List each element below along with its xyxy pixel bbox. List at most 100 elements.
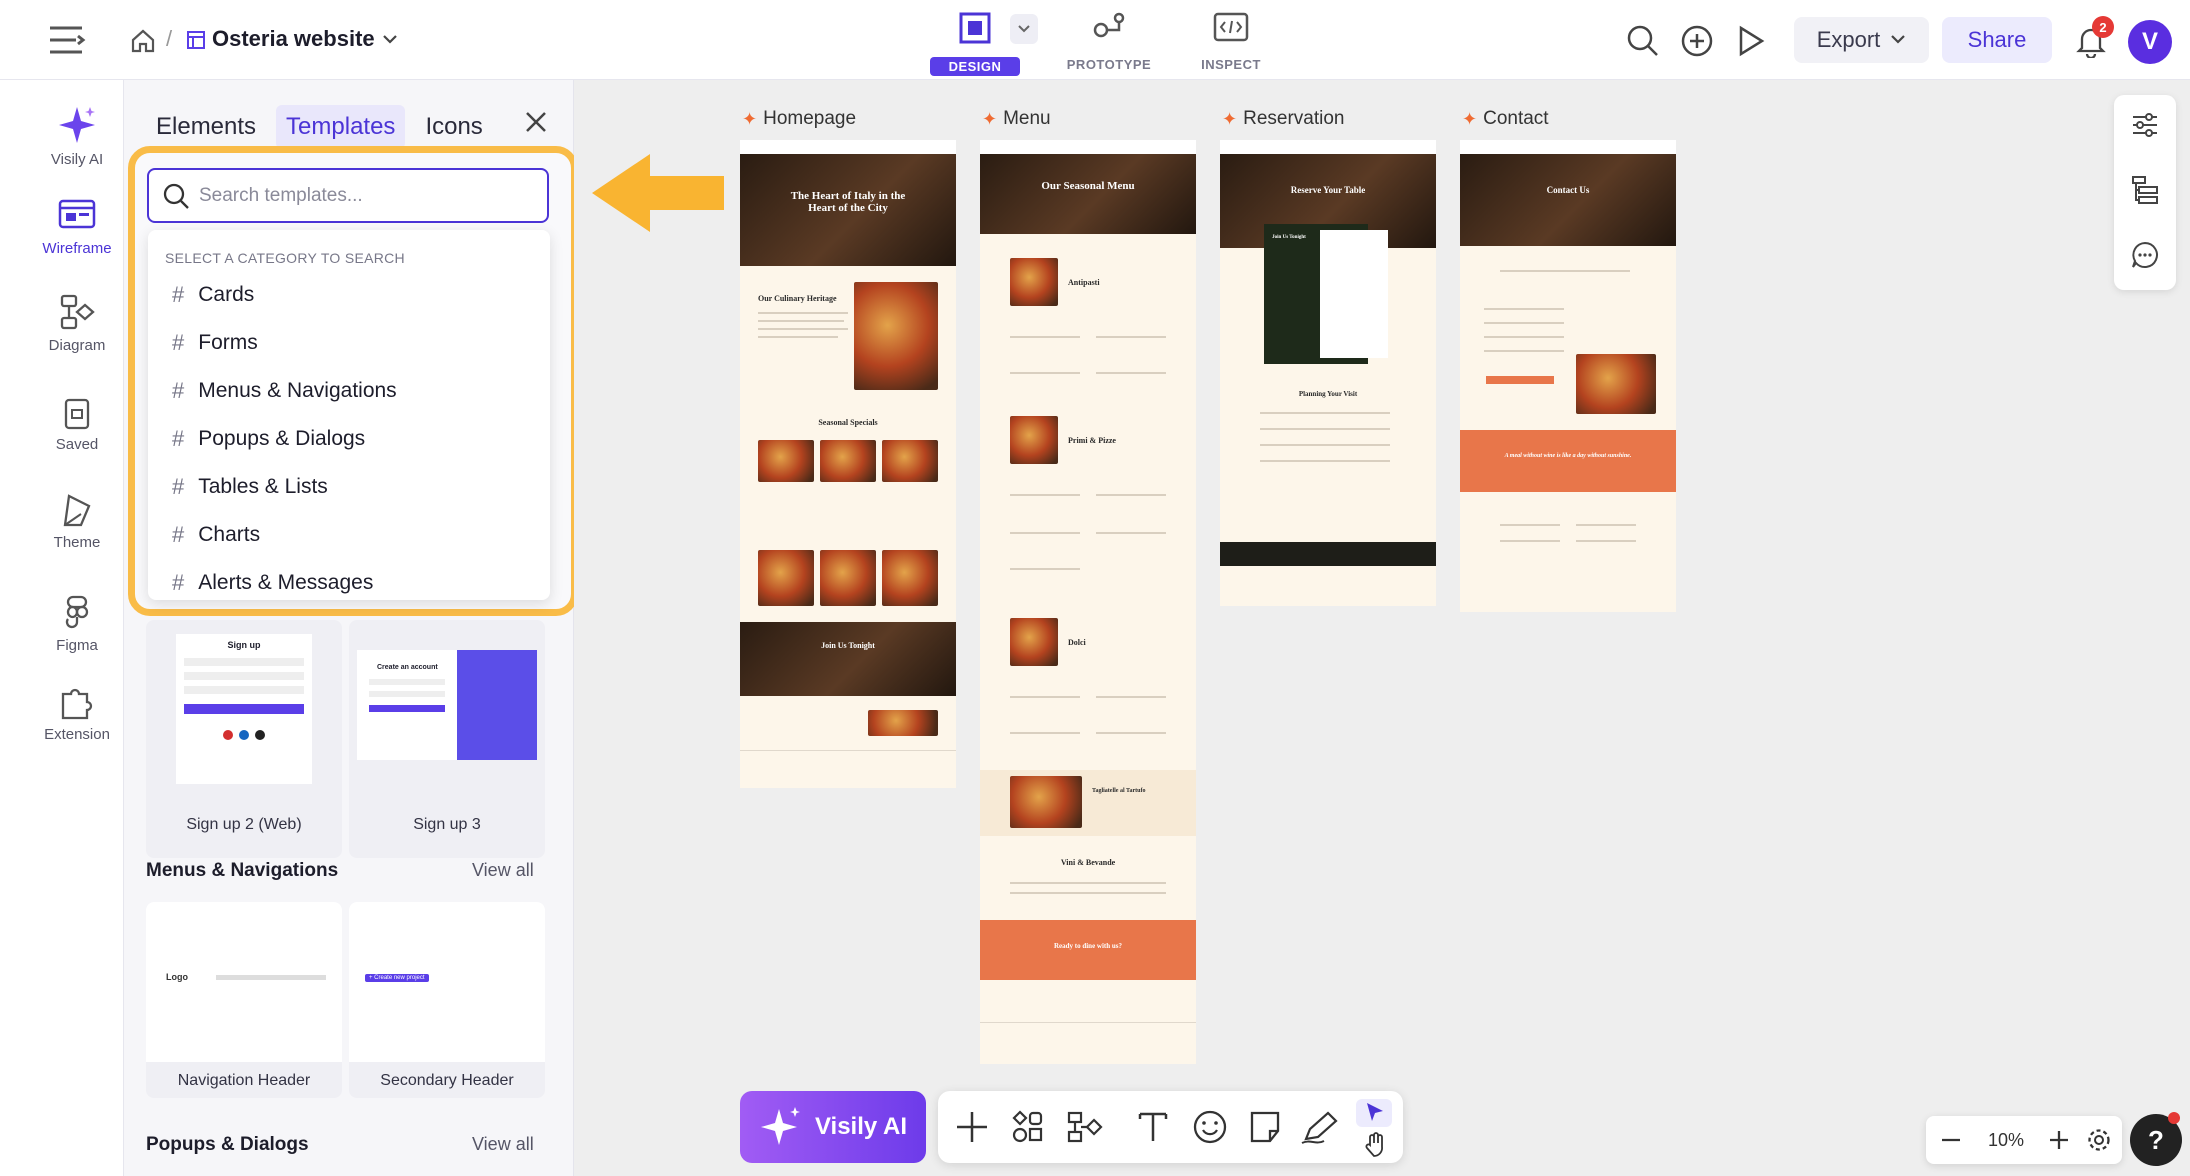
section-title-popups: Popups & Dialogs xyxy=(146,1134,309,1155)
homepage-section-title: Our Culinary Heritage xyxy=(758,294,837,303)
layers-icon[interactable] xyxy=(2131,175,2159,205)
plus-icon[interactable] xyxy=(954,1109,990,1145)
rail-label: Figma xyxy=(56,637,98,654)
category-label: Cards xyxy=(198,283,255,306)
visily-ai-label: Visily AI xyxy=(814,1113,908,1140)
zoom-level[interactable]: 10% xyxy=(1988,1130,2024,1151)
contact-quote: A meal without wine is like a day withou… xyxy=(1504,453,1632,459)
thumb-create-project: + Create new project xyxy=(365,974,429,982)
search-field[interactable] xyxy=(147,168,549,223)
rail-item-visily-ai[interactable]: Visily AI xyxy=(30,105,124,168)
pointer-arrow-icon xyxy=(592,154,724,232)
tab-elements[interactable]: Elements xyxy=(146,105,266,149)
pen-icon[interactable] xyxy=(1300,1109,1340,1145)
frame-label-contact[interactable]: ✦ Contact xyxy=(1462,108,1549,130)
frame-label-reservation[interactable]: ✦ Reservation xyxy=(1222,108,1344,130)
view-all-popups-link[interactable]: View all xyxy=(472,1134,534,1155)
frame-icon: ✦ xyxy=(982,108,998,129)
text-tool-icon[interactable] xyxy=(1136,1109,1170,1145)
saved-icon xyxy=(64,398,90,430)
category-cards[interactable]: # Cards xyxy=(172,282,254,308)
rail-item-figma[interactable]: Figma xyxy=(30,595,124,654)
tab-icons[interactable]: Icons xyxy=(415,105,492,149)
tab-design[interactable]: DESIGN xyxy=(930,10,1020,76)
zoom-out-icon[interactable] xyxy=(1940,1129,1962,1151)
frame-name: Homepage xyxy=(763,108,857,129)
rail-item-wireframe[interactable]: Wireframe xyxy=(30,198,124,257)
rail-item-diagram[interactable]: Diagram xyxy=(30,293,124,354)
zoom-controls: 10% xyxy=(1926,1116,2122,1164)
hash-icon: # xyxy=(172,426,185,451)
design-options-dropdown[interactable] xyxy=(1010,14,1038,44)
tab-inspect[interactable]: INSPECT xyxy=(1186,10,1276,72)
components-icon[interactable] xyxy=(1010,1109,1046,1145)
chevron-down-icon[interactable] xyxy=(382,34,398,46)
category-tables-lists[interactable]: # Tables & Lists xyxy=(172,474,328,500)
frame-homepage[interactable]: The Heart of Italy in the Heart of the C… xyxy=(740,140,956,788)
thumb-title: Create an account xyxy=(377,664,438,671)
visily-ai-button[interactable]: Visily AI xyxy=(740,1091,926,1163)
export-button[interactable]: Export xyxy=(1794,17,1929,63)
thumb-title: Sign up xyxy=(227,640,261,650)
rail-label: Theme xyxy=(53,534,101,551)
sliders-icon[interactable] xyxy=(2131,111,2159,139)
home-icon[interactable] xyxy=(130,28,156,54)
template-card-signup-3[interactable]: Create an account Sign up 3 xyxy=(349,620,545,858)
template-card-caption: Secondary Header xyxy=(380,1072,514,1089)
rail-label: Saved xyxy=(55,436,99,453)
frame-menu[interactable]: Our Seasonal Menu Antipasti Primi & Pizz… xyxy=(980,140,1196,1064)
template-thumbnail: + Create new project xyxy=(349,902,545,1062)
reservation-section-title: Planning Your Visit xyxy=(1298,390,1358,398)
frame-label-menu[interactable]: ✦ Menu xyxy=(982,108,1051,130)
rail-item-extension[interactable]: Extension xyxy=(30,684,124,743)
category-dropdown: SELECT A CATEGORY TO SEARCH # Cards # Form… xyxy=(148,230,550,600)
design-canvas[interactable]: ✦ Homepage ✦ Menu ✦ Reservation ✦ Contact Th… xyxy=(574,80,2190,1176)
avatar[interactable]: V xyxy=(2128,20,2172,64)
frame-label-homepage[interactable]: ✦ Homepage xyxy=(742,108,856,130)
menu-icon[interactable] xyxy=(48,24,86,56)
rail-label: Visily AI xyxy=(50,151,104,168)
contact-hero-title: Contact Us xyxy=(1546,185,1590,195)
rail-item-theme[interactable]: Theme xyxy=(30,492,124,551)
category-charts[interactable]: # Charts xyxy=(172,522,260,548)
category-alerts-messages[interactable]: # Alerts & Messages xyxy=(172,570,373,596)
comment-icon[interactable] xyxy=(2131,241,2159,269)
close-icon[interactable] xyxy=(524,110,548,134)
category-menus-navigations[interactable]: # Menus & Navigations xyxy=(172,378,397,404)
sticky-note-icon[interactable] xyxy=(1248,1109,1282,1145)
sparkle-icon xyxy=(59,107,95,143)
tab-templates[interactable]: Templates xyxy=(276,105,406,149)
search-icon[interactable] xyxy=(1626,24,1660,58)
menu-featured-title: Tagliatelle al Tartufo xyxy=(1092,788,1146,794)
emoji-icon[interactable] xyxy=(1192,1109,1228,1145)
template-card-caption: Sign up 3 xyxy=(413,816,481,833)
share-button[interactable]: Share xyxy=(1942,17,2052,63)
zoom-in-icon[interactable] xyxy=(2048,1129,2070,1151)
view-all-menus-link[interactable]: View all xyxy=(472,860,534,881)
project-name[interactable]: Osteria website xyxy=(212,26,375,52)
flow-icon[interactable] xyxy=(1066,1109,1104,1145)
template-card-caption: Navigation Header xyxy=(177,1072,311,1089)
template-card-navigation-header[interactable]: Logo Navigation Header xyxy=(146,902,342,1098)
hand-icon[interactable] xyxy=(1362,1131,1390,1159)
template-card-signup-2[interactable]: Sign up Sign up 2 (Web) xyxy=(146,620,342,858)
frame-reservation[interactable]: Reserve Your Table Join Us Tonight Plann… xyxy=(1220,140,1436,606)
play-icon[interactable] xyxy=(1736,24,1766,58)
settings-icon[interactable] xyxy=(2086,1127,2112,1153)
category-forms[interactable]: # Forms xyxy=(172,330,258,356)
category-popups-dialogs[interactable]: # Popups & Dialogs xyxy=(172,426,365,452)
left-rail: Visily AI Wireframe Diagram Saved Theme … xyxy=(30,80,124,1176)
bottom-toolbar xyxy=(938,1091,1403,1163)
template-card-secondary-header[interactable]: + Create new project Secondary Header xyxy=(349,902,545,1098)
rail-label: Diagram xyxy=(48,337,106,354)
reservation-side-title: Join Us Tonight xyxy=(1272,235,1306,240)
menu-section-title: Vini & Bevande xyxy=(1060,858,1116,867)
search-templates-input[interactable] xyxy=(199,180,529,212)
rail-item-saved[interactable]: Saved xyxy=(30,398,124,453)
search-icon xyxy=(163,183,189,209)
select-tool[interactable] xyxy=(1356,1099,1392,1127)
frame-contact[interactable]: Contact Us A meal without wine is like a… xyxy=(1460,140,1676,612)
add-icon[interactable] xyxy=(1680,24,1714,58)
hash-icon: # xyxy=(172,330,185,355)
tab-prototype[interactable]: PROTOTYPE xyxy=(1064,10,1154,72)
